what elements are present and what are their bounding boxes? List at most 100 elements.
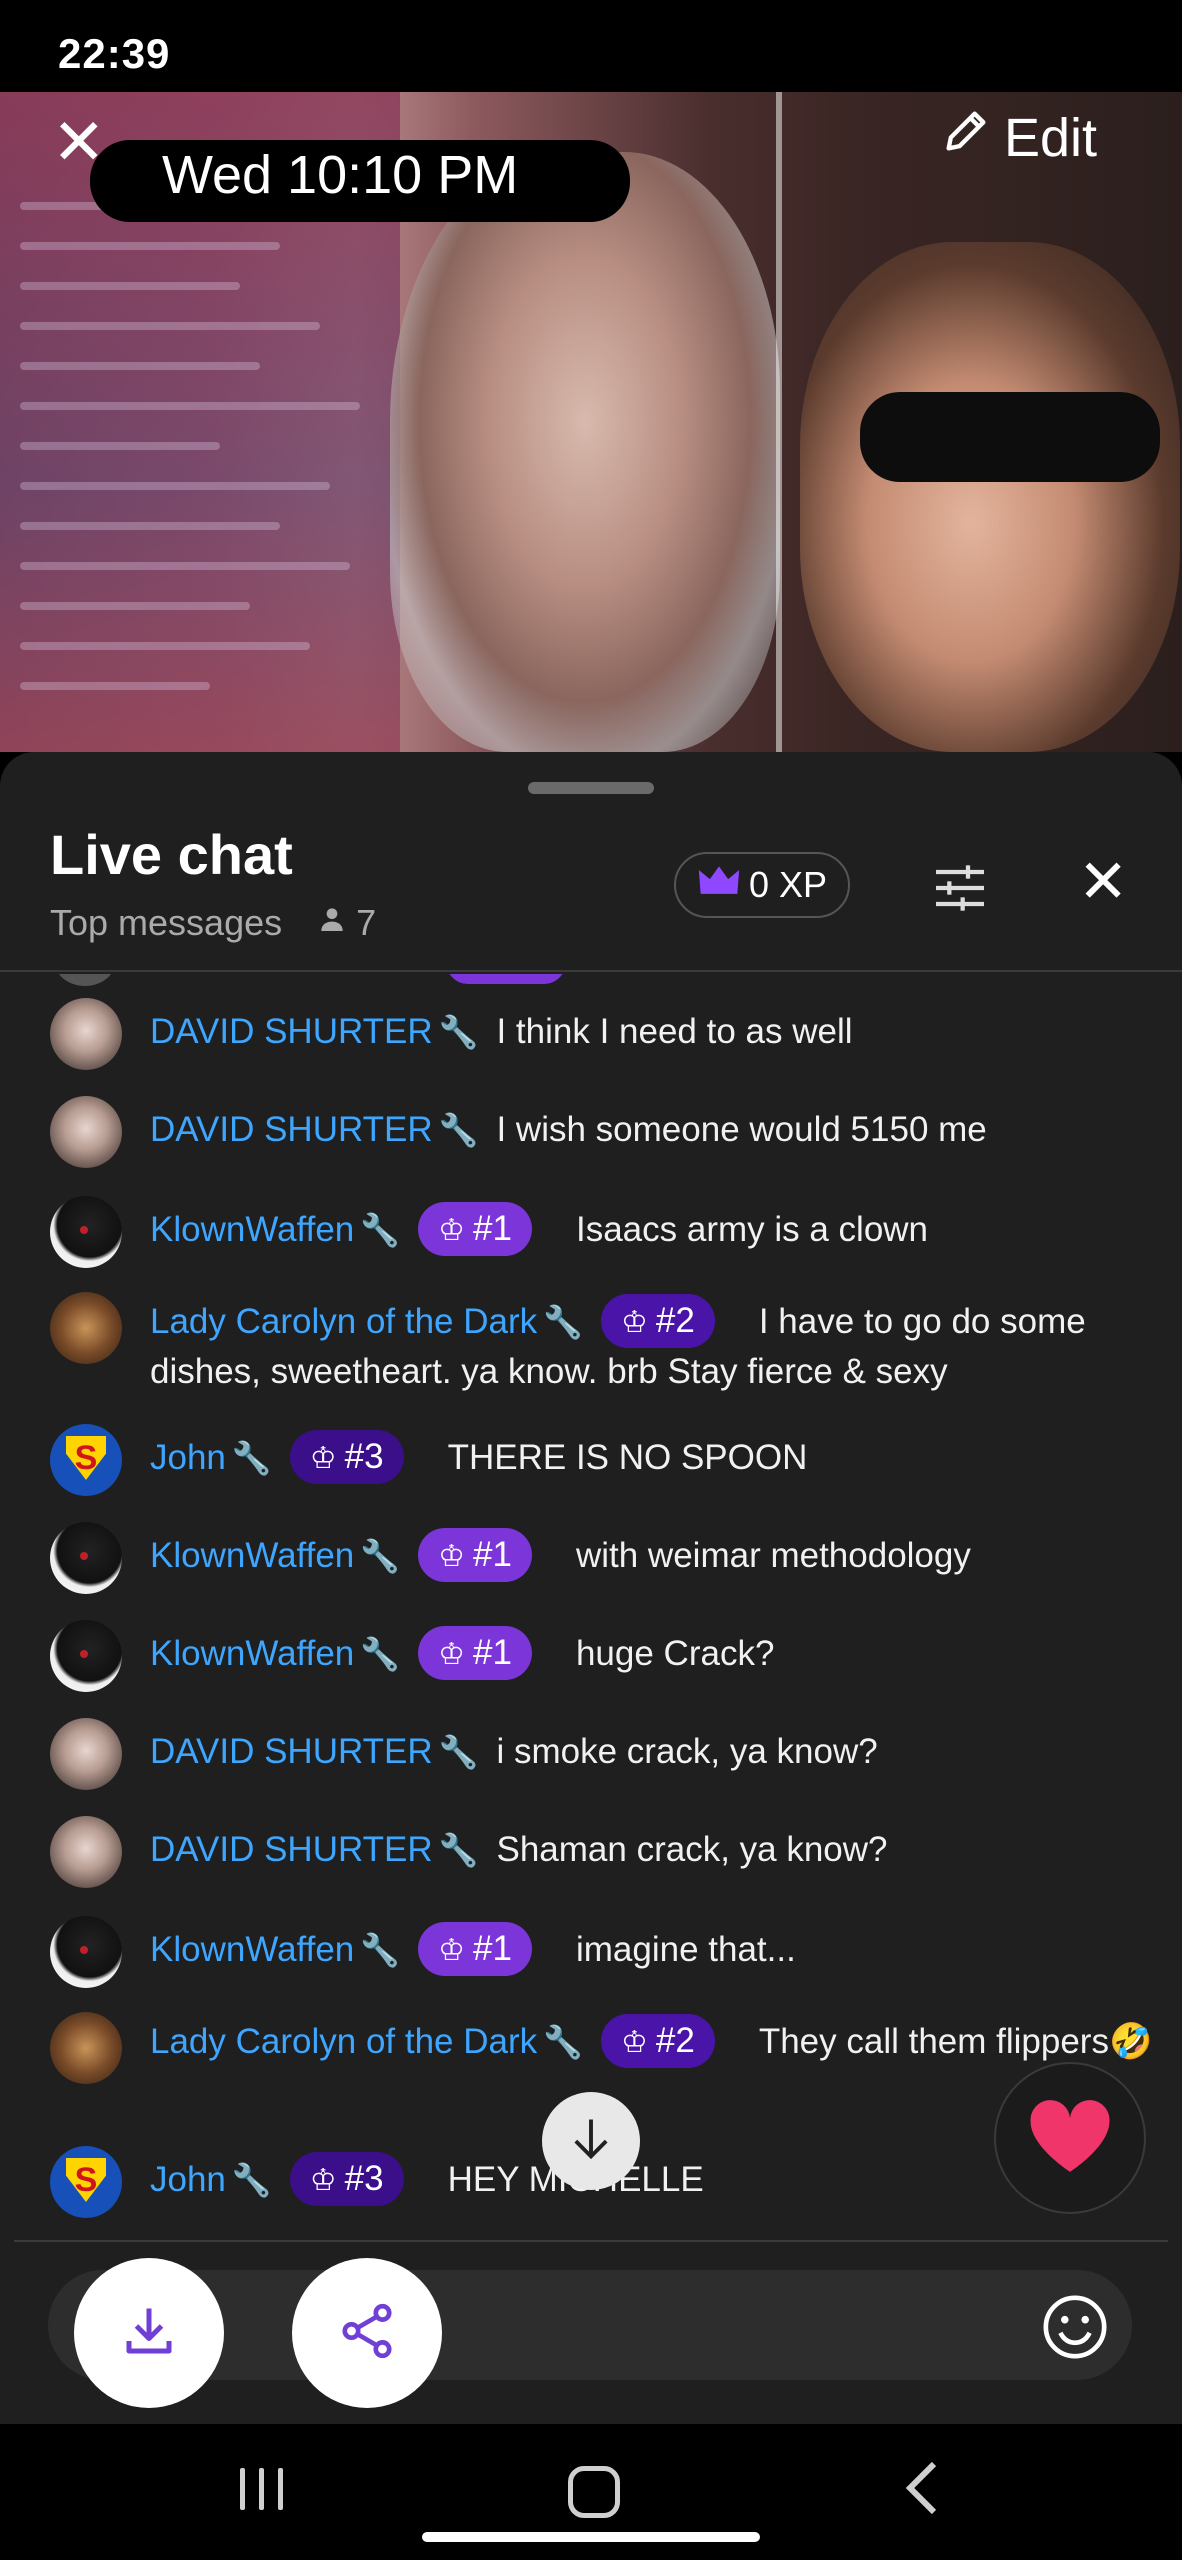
rank-badge: ♔ #3 (289, 1429, 404, 1484)
redaction-bar (720, 36, 1100, 92)
crown-icon: ♔ (309, 2163, 337, 2197)
wrench-icon: 🔧 (438, 1734, 479, 1770)
close-icon[interactable]: ✕ (1078, 852, 1128, 912)
sliders-icon[interactable] (928, 856, 992, 920)
divider (14, 2240, 1168, 2242)
rank-badge: ♔ #1 (418, 1201, 532, 1256)
avatar (50, 1522, 122, 1594)
message-author[interactable]: DAVID SHURTER (150, 1830, 433, 1869)
avatar (50, 1718, 122, 1790)
avatar (50, 1424, 122, 1496)
message-text: THERE IS NO SPOON (447, 1438, 808, 1477)
system-nav-bar (0, 2424, 1182, 2560)
message-author[interactable]: KlownWaffen (150, 1210, 354, 1249)
drag-handle[interactable] (528, 782, 654, 794)
chat-mode-label: Top messages (50, 902, 283, 943)
xp-badge[interactable]: 0 XP (674, 852, 850, 918)
avatar (50, 1096, 122, 1168)
message-author[interactable]: Lady Carolyn of the Dark (150, 2022, 537, 2061)
home-button[interactable] (568, 2466, 620, 2518)
gesture-pill[interactable] (422, 2532, 760, 2542)
message-text: I think I need to as well (496, 1012, 853, 1051)
rank-badge: ♔ #1 (418, 1527, 532, 1582)
crown-icon: ♔ (438, 1539, 466, 1573)
edit-button[interactable]: Edit (940, 105, 1097, 170)
wrench-icon: 🔧 (543, 1304, 583, 1340)
message-author[interactable]: KlownWaffen (150, 1634, 354, 1673)
overlay-line (20, 362, 260, 370)
reaction-button[interactable] (994, 2062, 1146, 2214)
status-bar: 22:39 (0, 0, 1182, 120)
message-author[interactable]: DAVID SHURTER (150, 1012, 433, 1051)
message-author[interactable]: DAVID SHURTER (150, 1732, 433, 1771)
message-text: They call them flippers🤣 (758, 2022, 1153, 2061)
crown-icon: ♔ (620, 1305, 648, 1339)
message-text: Isaacs army is a clown (575, 1210, 929, 1249)
message-text: huge Crack? (575, 1634, 775, 1673)
share-icon (336, 2300, 398, 2367)
avatar (50, 1292, 122, 1364)
overlay-line (20, 442, 220, 450)
rank-badge: ♔ #1 (418, 1921, 532, 1976)
wrench-icon: 🔧 (438, 1832, 479, 1868)
download-icon (119, 2301, 179, 2366)
avatar (54, 974, 116, 986)
overlay-line (20, 322, 320, 330)
wrench-icon: 🔧 (360, 1538, 401, 1574)
video-person-right (800, 242, 1180, 752)
share-button[interactable] (292, 2258, 442, 2408)
message-text: i smoke crack, ya know? (496, 1732, 878, 1771)
smiley-icon[interactable] (1040, 2292, 1110, 2362)
chat-mode-selector[interactable]: Top messages 7 (50, 902, 376, 944)
wrench-icon: 🔧 (360, 1932, 401, 1968)
wrench-icon: 🔧 (231, 1440, 272, 1476)
rank-badge: ♔ #2 (600, 1293, 715, 1348)
recent-apps-button[interactable] (240, 2468, 283, 2510)
overlay-line (20, 642, 310, 650)
person-icon (316, 902, 348, 944)
heart-icon (1027, 2096, 1113, 2181)
close-icon[interactable]: ✕ (52, 110, 106, 174)
rank-badge: ♔ #1 (418, 1625, 532, 1680)
rank-badge (446, 974, 566, 984)
overlay-line (20, 482, 330, 490)
video-date-time: Wed 10:10 PM (162, 145, 519, 205)
crown-icon: ♔ (309, 1441, 337, 1475)
wrench-icon: 🔧 (360, 1636, 401, 1672)
rank-badge: ♔ #3 (289, 2151, 404, 2206)
avatar (50, 998, 122, 1070)
message-author[interactable]: John (150, 1438, 226, 1477)
panel-title: Live chat (50, 823, 293, 886)
xp-value: 0 XP (748, 864, 828, 905)
message-author[interactable]: DAVID SHURTER (150, 1110, 433, 1149)
overlay-line (20, 562, 350, 570)
message-author[interactable]: KlownWaffen (150, 1930, 354, 1969)
wrench-icon: 🔧 (360, 1212, 401, 1248)
message-author[interactable]: KlownWaffen (150, 1536, 354, 1575)
chat-message-list[interactable]: DAVID SHURTER 🔧 I think I need to as well … (0, 974, 1182, 2240)
back-button[interactable] (902, 2458, 942, 2523)
edit-label: Edit (1004, 107, 1098, 168)
divider (0, 970, 1182, 972)
live-chat-panel: Live chat Top messages 7 0 XP ✕ DAVID SH… (0, 752, 1182, 2560)
crown-icon: ♔ (620, 2025, 648, 2059)
message-text: with weimar methodology (575, 1536, 971, 1575)
overlay-line (20, 522, 280, 530)
scroll-to-bottom-button[interactable] (542, 2092, 640, 2190)
video-person-left (390, 152, 780, 752)
download-button[interactable] (74, 2258, 224, 2408)
message-author[interactable]: Lady Carolyn of the Dark (150, 1302, 537, 1341)
overlay-line (20, 402, 360, 410)
wrench-icon: 🔧 (438, 1014, 479, 1050)
avatar (50, 1620, 122, 1692)
avatar (50, 1916, 122, 1988)
wrench-icon: 🔧 (231, 2162, 272, 2198)
viewer-count-value: 7 (356, 902, 377, 943)
wrench-icon: 🔧 (543, 2024, 583, 2060)
rank-badge: ♔ #2 (600, 2013, 715, 2068)
pencil-icon (940, 105, 992, 170)
avatar (50, 2012, 122, 2084)
crown-icon (697, 864, 741, 907)
overlay-line (20, 602, 250, 610)
message-author[interactable]: John (150, 2160, 226, 2199)
